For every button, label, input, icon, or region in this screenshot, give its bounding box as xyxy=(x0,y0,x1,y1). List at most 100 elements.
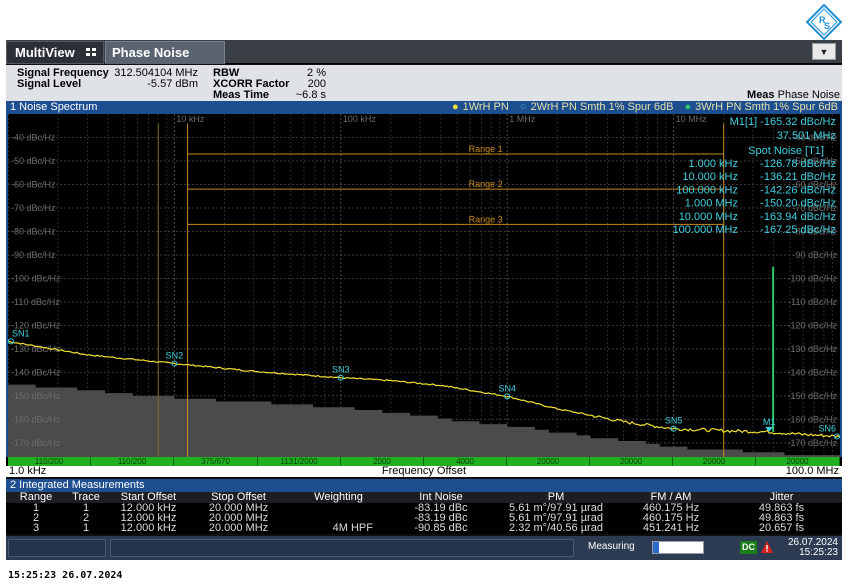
x-tick-label: 10 kHz xyxy=(176,114,205,124)
y-tick-label: -100 dBc/Hz xyxy=(11,273,61,283)
noise-spectrum-title-bar: 1 Noise Spectrum ● 1WrH PN ○ 2WrH PN Smth … xyxy=(6,101,842,114)
spot-noise-value: -150.20 dBc/Hz xyxy=(760,198,836,210)
y-tick-label-right: -110 dBc/Hz xyxy=(788,297,837,307)
y-tick-label-right: -170 dBc/Hz xyxy=(787,438,837,448)
table-cell xyxy=(286,503,391,513)
spot-noise-value: -126.78 dBc/Hz xyxy=(760,158,836,170)
y-tick-label-right: -150 dBc/Hz xyxy=(787,391,837,401)
y-tick-label-right: -90 dBc/Hz xyxy=(792,250,837,260)
integrated-measurements-title: 2 Integrated Measurements xyxy=(10,479,145,491)
signal-level-value: -5.57 dBm xyxy=(147,78,198,90)
spot-noise-freq: 1.000 MHz xyxy=(685,198,738,210)
table-cell: 20.657 fs xyxy=(758,522,805,534)
y-tick-label: -170 dBc/Hz xyxy=(11,438,61,448)
spot-noise-value: -163.94 dBc/Hz xyxy=(760,211,836,223)
trace-1-dot-icon: ● xyxy=(451,101,459,113)
measurement-mode: Meas Phase Noise xyxy=(747,89,840,101)
meas-time-label: Meas Time xyxy=(213,89,270,101)
spot-noise-title: Spot Noise [T1] xyxy=(748,145,824,157)
dc-coupling-badge: DC xyxy=(740,541,757,554)
integrated-measurements-table[interactable]: Range Trace Start Offset Stop Offset Wei… xyxy=(6,492,842,534)
table-cell: 2.32 m°/40.56 µrad xyxy=(509,522,603,534)
y-tick-label: -90 dBc/Hz xyxy=(11,250,56,260)
spot-noise-freq: 100.000 kHz xyxy=(676,184,738,196)
meas-label: Meas xyxy=(747,89,775,101)
tab-dropdown-button[interactable]: ▼ xyxy=(812,43,836,60)
table-cell: 20.000 MHz xyxy=(208,522,269,534)
meas-value: Phase Noise xyxy=(777,89,840,101)
marker-readout-freq: 37.501 MHz xyxy=(777,130,836,142)
y-tick-label: -150 dBc/Hz xyxy=(11,391,61,401)
status-field-2[interactable] xyxy=(110,539,574,557)
col-weighting: Weighting xyxy=(314,491,363,503)
spot-noise-freq: 10.000 kHz xyxy=(682,171,738,183)
spot-noise-freq: 1.000 kHz xyxy=(688,158,738,170)
svg-text:S: S xyxy=(824,21,830,31)
spot-noise-freq: 10.000 MHz xyxy=(679,211,738,223)
status-datetime: 26.07.2024 15:25:23 xyxy=(788,538,838,558)
y-tick-label: -140 dBc/Hz xyxy=(11,367,61,377)
range-label: Range 3 xyxy=(469,214,503,224)
screenshot-frame: R S MultiView Phase Noise ▼ Signal Frequ… xyxy=(0,0,850,586)
frequency-axis-labels: 1.0 kHz Frequency Offset 100.0 MHz xyxy=(6,466,842,477)
table-cell: 451.241 Hz xyxy=(642,522,700,534)
y-tick-label: -50 dBc/Hz xyxy=(11,156,56,166)
measuring-label: Measuring xyxy=(588,541,635,552)
y-tick-label: -80 dBc/Hz xyxy=(11,226,56,236)
y-tick-label: -40 dBc/Hz xyxy=(11,132,56,142)
table-cell: 1 xyxy=(82,522,90,534)
tab-phase-noise[interactable]: Phase Noise xyxy=(105,41,225,64)
y-tick-label: -70 dBc/Hz xyxy=(11,203,56,213)
status-bar: Measuring 0.8 s DC 26.07.2024 15:25:23 xyxy=(6,536,842,560)
x-tick-label: 1 MHz xyxy=(509,114,536,124)
tab-multiview-label: MultiView xyxy=(15,45,75,60)
meas-time-value: ~6.8 s xyxy=(295,89,326,101)
y-tick-label: -160 dBc/Hz xyxy=(11,414,61,424)
trace-legend-2-label: 2WrH PN Smth 1% Spur 6dB xyxy=(530,101,674,113)
x-tick-label: 100 kHz xyxy=(343,114,377,124)
x-tick-label: 10 MHz xyxy=(676,114,708,124)
measurement-progress: 0.8 s xyxy=(652,541,704,554)
tab-phase-noise-label: Phase Noise xyxy=(112,45,190,60)
y-tick-label-right: -130 dBc/Hz xyxy=(787,344,837,354)
table-cell: 3 xyxy=(32,522,40,534)
spot-marker-label: SN5 xyxy=(665,416,683,426)
sweep-bin: 20000 xyxy=(507,457,590,466)
table-cell: -90.85 dBc xyxy=(414,522,468,534)
chevron-down-icon: ▼ xyxy=(819,47,829,57)
trace-legend-2: ○ 2WrH PN Smth 1% Spur 6dB xyxy=(516,101,674,113)
trace-legend-3-label: 3WrH PN Smth 1% Spur 6dB xyxy=(695,101,838,113)
table-row[interactable]: 3 1 12.000 kHz 20.000 MHz 4M HPF -90.85 dBc 2.… xyxy=(6,522,842,534)
y-tick-label: -110 dBc/Hz xyxy=(11,297,60,307)
spot-marker-label: SN3 xyxy=(332,365,350,375)
sweep-bin: 1131/2000 xyxy=(258,457,341,466)
status-field-1[interactable] xyxy=(8,539,106,557)
range-label: Range 2 xyxy=(469,179,503,189)
spot-noise-freq: 100.000 MHz xyxy=(673,224,738,236)
trace-legend-1: ● 1WrH PN xyxy=(448,101,509,113)
spot-noise-value: -142.26 dBc/Hz xyxy=(760,184,836,196)
marker-m1-label: M1 xyxy=(763,417,776,427)
y-tick-label-right: -120 dBc/Hz xyxy=(787,320,837,330)
trace-3-dot-icon: ● xyxy=(684,101,692,113)
spot-marker-label: SN1 xyxy=(12,328,30,338)
spot-noise-value: -136.21 dBc/Hz xyxy=(760,171,836,183)
y-tick-label-right: -100 dBc/Hz xyxy=(787,273,837,283)
trace-legend: ● 1WrH PN ○ 2WrH PN Smth 1% Spur 6dB ● 3WrH… xyxy=(444,101,838,114)
spot-noise-value: -167.25 dBc/Hz xyxy=(760,224,836,236)
marker-readout-value: M1[1] -165.32 dBc/Hz xyxy=(730,116,836,128)
table-cell: 4M HPF xyxy=(332,522,373,534)
frequency-axis-bar: 110/200 110/200 375/670 1131/2000 2000 4000 20… xyxy=(6,457,842,477)
trace-legend-1-label: 1WrH PN xyxy=(462,101,509,113)
noise-spectrum-plot[interactable]: -40 dBc/Hz -40 dBc/Hz -50 dBc/Hz -50 dBc/Hz… xyxy=(6,114,842,457)
noise-spectrum-chart: -40 dBc/Hz -40 dBc/Hz-50 dBc/Hz -50 dBc/Hz… xyxy=(8,114,840,457)
sweep-bin: 20000 xyxy=(590,457,673,466)
warning-icon xyxy=(761,541,773,553)
spot-marker-label: SN2 xyxy=(166,351,184,361)
range-label: Range 1 xyxy=(469,144,503,154)
table-cell: 12.000 kHz xyxy=(120,522,177,534)
signal-level-label: Signal Level xyxy=(17,78,82,90)
status-time: 15:25:23 xyxy=(799,547,838,558)
tab-bar: MultiView Phase Noise ▼ xyxy=(6,40,842,64)
tab-multiview[interactable]: MultiView xyxy=(6,41,104,64)
